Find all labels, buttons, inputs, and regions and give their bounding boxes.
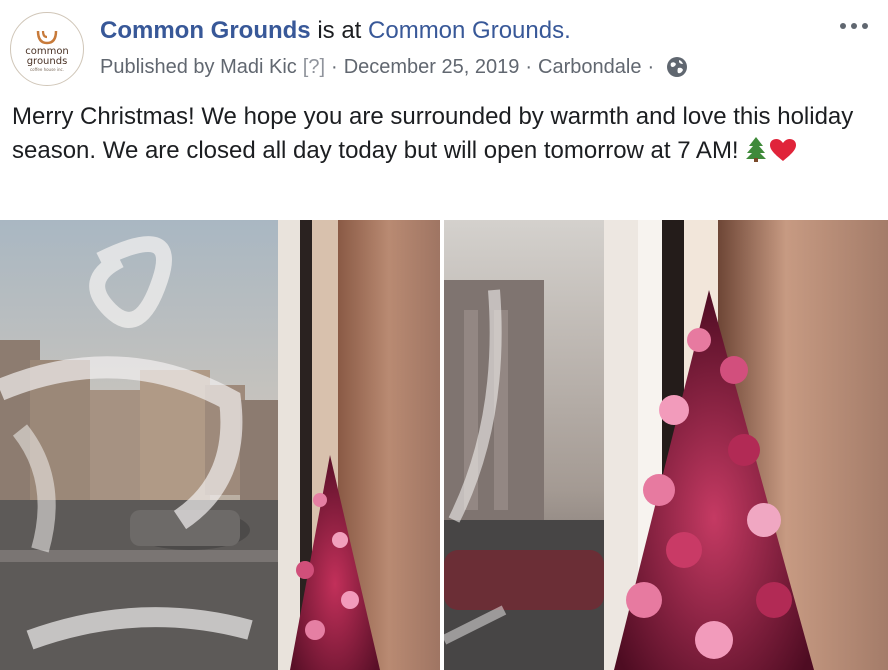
city-link[interactable]: Carbondale: [538, 54, 641, 80]
meta-separator: ·: [525, 56, 533, 78]
published-by-text: Published by Madi Kic: [100, 56, 297, 78]
page-name-link[interactable]: Common Grounds: [100, 17, 311, 44]
help-link[interactable]: [?]: [303, 54, 325, 80]
window-tree-photo-left[interactable]: [0, 220, 440, 670]
page-avatar[interactable]: common grounds coffee house inc.: [10, 12, 84, 86]
more-options-button[interactable]: [836, 14, 872, 38]
red-heart-icon: [769, 139, 796, 161]
more-dot: [851, 23, 857, 29]
more-dot: [840, 23, 846, 29]
photo-left-image: [0, 220, 440, 670]
location-link[interactable]: Common Grounds.: [368, 17, 571, 44]
post-message-text: Merry Christmas! We hope you are surroun…: [12, 103, 854, 164]
post-date-link[interactable]: December 25, 2019: [344, 54, 520, 80]
christmas-tree-icon: [745, 137, 766, 162]
logo-text-subtitle: coffee house inc.: [29, 67, 65, 72]
post-header: common grounds coffee house inc. Common …: [0, 0, 888, 96]
logo-text-grounds: grounds: [26, 56, 68, 67]
photo-right-image: [444, 220, 888, 670]
window-tree-photo-right[interactable]: [444, 220, 888, 670]
post-title: Common Grounds is at Common Grounds.: [100, 16, 571, 46]
meta-separator: ·: [331, 56, 338, 78]
photo-grid: [0, 220, 888, 670]
meta-separator: ·: [647, 56, 655, 78]
more-dot: [862, 23, 868, 29]
coffee-cup-logo-icon: [36, 30, 58, 45]
post-meta: Published by Madi Kic [?] · December 25,…: [100, 54, 688, 80]
globe-icon[interactable]: [666, 56, 688, 78]
is-at-text: is at: [317, 17, 362, 44]
post-message: Merry Christmas! We hope you are surroun…: [12, 100, 872, 168]
